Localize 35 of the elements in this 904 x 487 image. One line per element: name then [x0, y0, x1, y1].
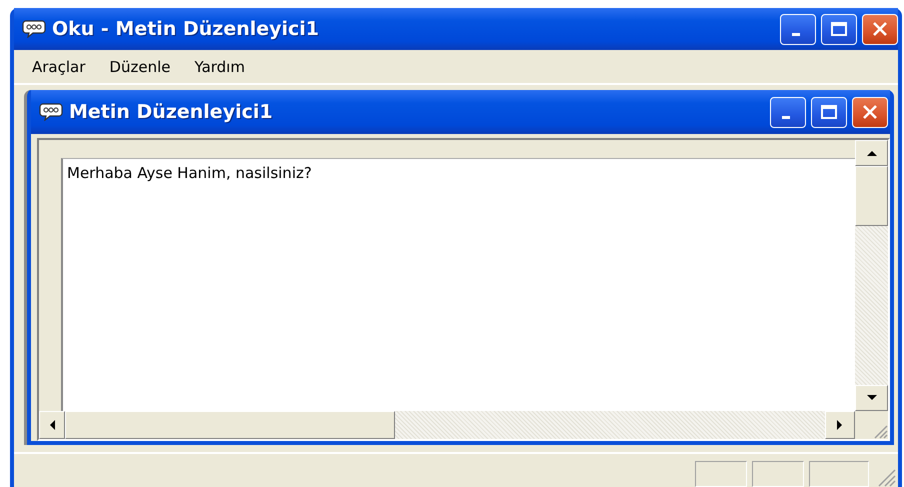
maximize-icon	[820, 104, 838, 120]
speech-bubble-icon	[39, 103, 63, 121]
scroll-up-button[interactable]	[855, 140, 888, 166]
window-title: Oku - Metin Düzenleyici1	[52, 18, 320, 40]
status-pane	[695, 461, 747, 487]
window-title: Metin Düzenleyici1	[69, 101, 274, 123]
scroll-thumb[interactable]	[855, 166, 888, 226]
menu-item[interactable]: Yardım	[186, 58, 253, 76]
minimize-button[interactable]	[780, 14, 816, 44]
left-arrow-icon	[48, 419, 56, 431]
up-arrow-icon	[866, 149, 878, 157]
scroll-thumb[interactable]	[65, 411, 395, 439]
close-icon	[872, 21, 888, 37]
maximize-button[interactable]	[811, 96, 847, 128]
editor-text: Merhaba Ayse Hanim, nasilsiniz?	[67, 164, 312, 182]
menu-item[interactable]: Araçlar	[24, 58, 94, 76]
resize-grip-icon[interactable]	[872, 423, 888, 439]
scroll-left-button[interactable]	[39, 411, 65, 439]
close-button[interactable]	[862, 14, 898, 44]
speech-bubble-icon	[22, 20, 46, 38]
status-pane	[809, 461, 869, 487]
minimize-button[interactable]	[770, 96, 806, 128]
close-icon	[862, 104, 878, 120]
text-area[interactable]: Merhaba Ayse Hanim, nasilsiniz?	[61, 158, 855, 411]
status-pane	[752, 461, 804, 487]
minimize-icon	[782, 116, 790, 118]
scroll-down-button[interactable]	[855, 385, 888, 411]
menu-item[interactable]: Düzenle	[101, 58, 178, 76]
maximize-icon	[830, 21, 848, 37]
down-arrow-icon	[866, 394, 878, 402]
minimize-icon	[792, 32, 800, 36]
maximize-button[interactable]	[821, 14, 857, 44]
close-button[interactable]	[852, 96, 888, 128]
scroll-right-button[interactable]	[825, 411, 855, 439]
right-arrow-icon	[836, 419, 844, 431]
